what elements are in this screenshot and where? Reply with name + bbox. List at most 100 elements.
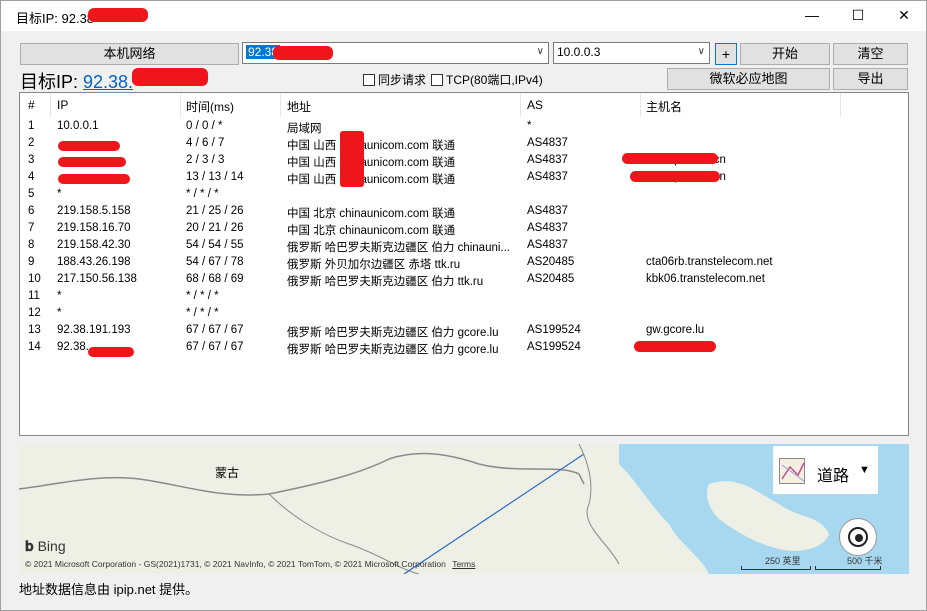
bing-b-icon: 𝐛 [25, 538, 34, 554]
road-map-icon [779, 458, 805, 484]
cell-addr: 中国 山西 chinaunicom.com 联通 [287, 157, 456, 169]
cell-time: 20 / 21 / 26 [186, 222, 244, 234]
column-header-time[interactable]: 时间(ms) [186, 98, 234, 115]
target-ip-combo[interactable]: 92.38 ∨ [242, 42, 549, 64]
redaction-mark [273, 46, 333, 60]
cell-ip: 217.150.56.138 [57, 273, 137, 285]
cell-no: 9 [28, 256, 35, 268]
cell-no: 7 [28, 222, 35, 234]
target-ip-link[interactable]: 92.38. [83, 72, 133, 92]
map-style-selector[interactable]: 道路 ▼ [773, 446, 878, 494]
table-row[interactable]: 1 10.0.0.1 0 / 0 / * 局域网 * [20, 119, 908, 136]
clear-button[interactable]: 清空 [833, 43, 908, 65]
cell-time: 2 / 3 / 3 [186, 154, 225, 166]
chevron-down-icon[interactable]: ∨ [698, 46, 705, 57]
cell-ip: 188.43.26.198 [57, 256, 131, 268]
sync-request-checkbox[interactable]: 同步请求 [363, 71, 426, 88]
cell-no: 14 [28, 341, 41, 353]
cell-time: 54 / 54 / 55 [186, 239, 244, 251]
cell-no: 6 [28, 205, 35, 217]
start-button[interactable]: 开始 [740, 43, 830, 65]
column-header-as[interactable]: AS [527, 98, 543, 112]
table-row[interactable]: 7 219.158.16.70 20 / 21 / 26 中国 北京 chinauni… [20, 221, 908, 238]
source-ip-select[interactable]: 10.0.0.3 ∨ [553, 42, 710, 64]
map-region-label: 蒙古 [215, 466, 240, 480]
cell-addr: 俄罗斯 哈巴罗夫斯克边疆区 伯力 gcore.lu [287, 327, 499, 339]
cell-ip: 10.0.0.1 [57, 120, 99, 132]
cell-ip: 219.158.5.158 [57, 205, 131, 217]
export-button[interactable]: 导出 [833, 68, 908, 90]
table-row[interactable]: 13 92.38.191.193 67 / 67 / 67 俄罗斯 哈巴罗夫斯克边疆区… [20, 323, 908, 340]
redaction-mark [630, 171, 720, 182]
tcp-checkbox[interactable]: TCP(80端口,IPv4) [431, 71, 543, 88]
table-row[interactable]: 11 * * / * / * [20, 289, 908, 306]
cell-as: AS4837 [527, 222, 568, 234]
table-row[interactable]: 3 2 / 3 / 3 中国 山西 chinaunicom.com 联通 AS4837… [20, 153, 908, 170]
caret-down-icon[interactable]: ▼ [859, 464, 870, 476]
table-row[interactable]: 6 219.158.5.158 21 / 25 / 26 中国 北京 chinauni… [20, 204, 908, 221]
compass-icon[interactable] [839, 518, 877, 556]
bing-label: Bing [37, 538, 66, 554]
cell-ip: * [57, 290, 62, 302]
trace-table[interactable]: # IP 时间(ms) 地址 AS 主机名 1 10.0.0.1 0 / 0 / *… [19, 92, 909, 436]
bing-map-button[interactable]: 微软必应地图 [667, 68, 830, 90]
cell-as: * [527, 120, 532, 132]
map-copyright: © 2021 Microsoft Corporation - GS(2021)1… [25, 559, 475, 569]
maximize-button[interactable]: ☐ [835, 0, 881, 31]
cell-host: kbk06.transtelecom.net [646, 273, 765, 285]
cell-time: 0 / 0 / * [186, 120, 223, 132]
cell-as: AS4837 [527, 171, 568, 183]
cell-no: 5 [28, 188, 35, 200]
cell-addr: 俄罗斯 哈巴罗夫斯克边疆区 伯力 ttk.ru [287, 276, 484, 288]
cell-as: AS4837 [527, 205, 568, 217]
cell-no: 3 [28, 154, 35, 166]
cell-addr: 俄罗斯 哈巴罗夫斯克边疆区 伯力 chinauni... [287, 242, 511, 254]
cell-addr: 俄罗斯 外贝加尔边疆区 赤塔 ttk.ru [287, 259, 461, 271]
table-row[interactable]: 5 * * / * / * [20, 187, 908, 204]
cell-time: 68 / 68 / 69 [186, 273, 244, 285]
cell-as: AS199524 [527, 341, 581, 353]
cell-host: gw.gcore.lu [646, 324, 705, 336]
table-header: # IP 时间(ms) 地址 AS 主机名 [20, 93, 908, 117]
cell-host: cta06rb.transtelecom.net [646, 256, 773, 268]
redaction-mark [132, 68, 208, 86]
local-network-button[interactable]: 本机网络 [20, 43, 239, 65]
redaction-mark [622, 153, 718, 164]
cell-addr: 中国 山西 chinaunicom.com 联通 [287, 174, 456, 186]
terms-link[interactable]: Terms [452, 559, 475, 569]
cell-time: 67 / 67 / 67 [186, 324, 244, 336]
cell-time: 67 / 67 / 67 [186, 341, 244, 353]
table-row[interactable]: 9 188.43.26.198 54 / 67 / 78 俄罗斯 外贝加尔边疆区 赤塔… [20, 255, 908, 272]
bing-logo: 𝐛 Bing [25, 538, 66, 555]
minimize-button[interactable]: — [789, 0, 835, 31]
column-header-hostname[interactable]: 主机名 [646, 98, 682, 115]
table-row[interactable]: 4 13 / 13 / 14 中国 山西 chinaunicom.com 联通 AS4… [20, 170, 908, 187]
cell-as: AS20485 [527, 273, 575, 285]
column-header-ip[interactable]: IP [57, 98, 68, 112]
add-button[interactable]: + [715, 43, 737, 65]
table-row[interactable]: 2 4 / 6 / 7 中国 山西 chinaunicom.com 联通 AS4837 [20, 136, 908, 153]
cell-ip: 92.38.191.193 [57, 324, 131, 336]
cell-time: 21 / 25 / 26 [186, 205, 244, 217]
checkbox-box[interactable] [431, 74, 443, 86]
cell-as: AS199524 [527, 324, 581, 336]
cell-addr: 中国 北京 chinaunicom.com 联通 [287, 208, 456, 220]
redaction-mark [58, 174, 130, 184]
chevron-down-icon[interactable]: ∨ [537, 46, 544, 57]
cell-time: * / * / * [186, 290, 219, 302]
table-row[interactable]: 14 92.38. 67 / 67 / 67 俄罗斯 哈巴罗夫斯克边疆区 伯力 gco… [20, 340, 908, 357]
table-row[interactable]: 12 * * / * / * [20, 306, 908, 323]
cell-no: 1 [28, 120, 35, 132]
map-view[interactable]: 蒙古 道路 ▼ 𝐛 Bing © 2021 Microsoft Corporat… [19, 444, 909, 574]
column-header-address[interactable]: 地址 [287, 98, 311, 115]
table-row[interactable]: 8 219.158.42.30 54 / 54 / 55 俄罗斯 哈巴罗夫斯克边疆区 … [20, 238, 908, 255]
redaction-mark [88, 8, 148, 22]
cell-ip: * [57, 307, 62, 319]
cell-addr: 中国 山西 chinaunicom.com 联通 [287, 140, 456, 152]
table-row[interactable]: 10 217.150.56.138 68 / 68 / 69 俄罗斯 哈巴罗夫斯克边疆… [20, 272, 908, 289]
cell-time: * / * / * [186, 188, 219, 200]
checkbox-box[interactable] [363, 74, 375, 86]
tcp-label: TCP(80端口,IPv4) [446, 73, 543, 87]
close-button[interactable]: ✕ [881, 0, 927, 31]
column-header-no[interactable]: # [28, 98, 35, 112]
